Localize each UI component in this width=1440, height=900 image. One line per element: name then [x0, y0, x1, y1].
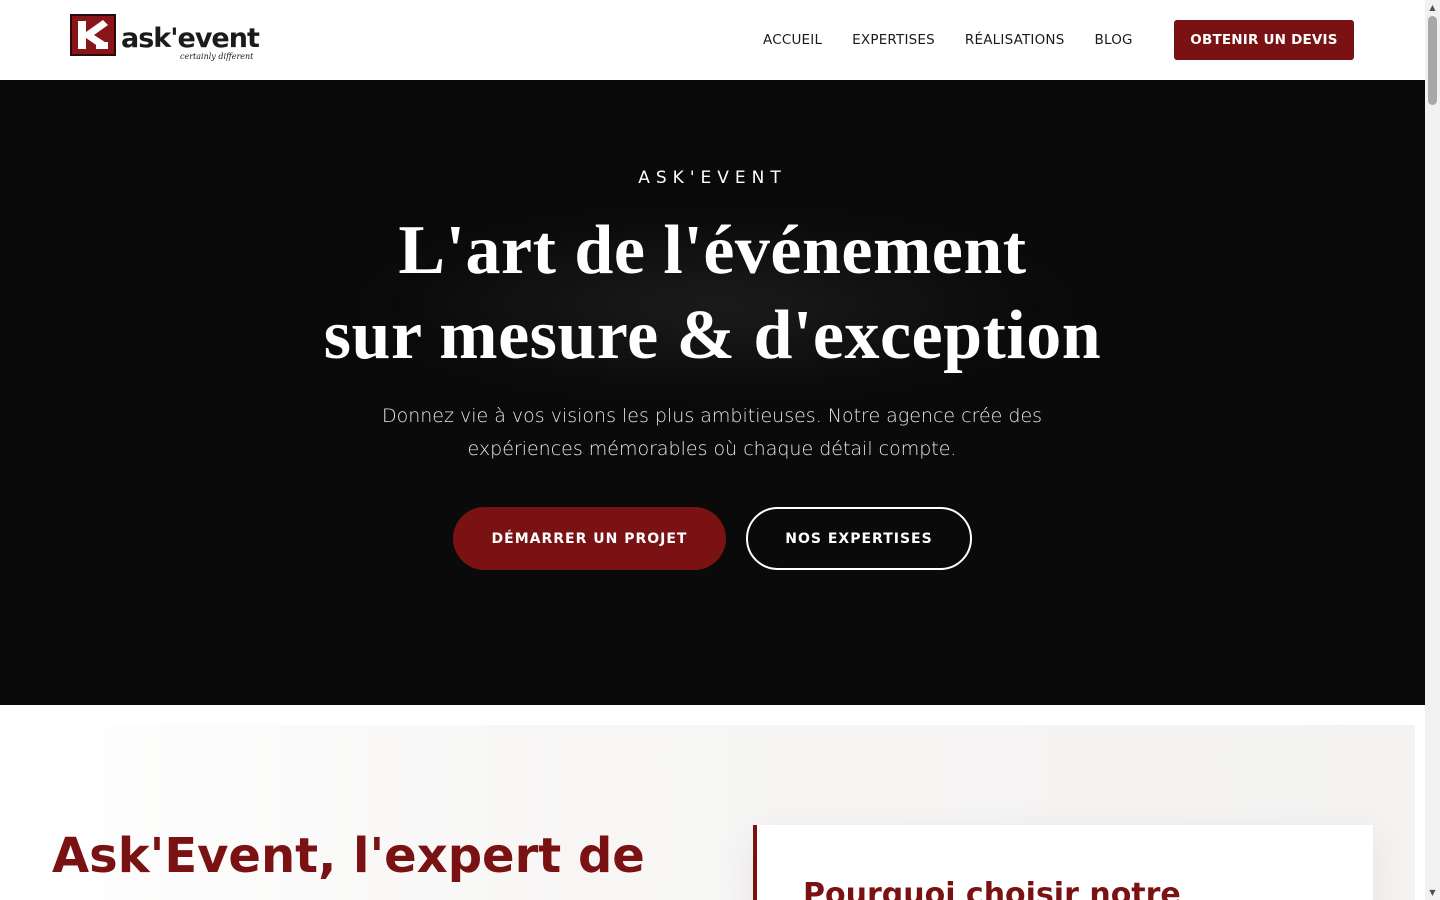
hero-title-line-2: sur mesure & d'exception [323, 297, 1102, 374]
page-scrollbar[interactable]: ▲ ▼ [1425, 0, 1440, 900]
logo-tagline: certainly different [180, 52, 254, 61]
hero-subtitle: Donnez vie à vos visions les plus ambiti… [381, 405, 1043, 460]
hero-title: L'art de l'événement sur mesure & d'exce… [0, 208, 1425, 378]
why-choose-title: Pourquoi choisir notre [803, 877, 1181, 900]
nav-item-expertises[interactable]: EXPERTISES [837, 32, 950, 48]
nav-item-realisations[interactable]: RÉALISATIONS [950, 32, 1080, 48]
site-header: ask'event certainly different ACCUEIL EX… [0, 0, 1425, 80]
ak-monogram-icon [70, 14, 116, 56]
nav-item-blog[interactable]: BLOG [1080, 32, 1148, 48]
site-logo[interactable]: ask'event certainly different [70, 14, 260, 66]
hero-section: ASK'EVENT L'art de l'événement sur mesur… [0, 80, 1425, 705]
logo-wordmark: ask'event [121, 23, 260, 54]
about-section: Ask'Event, l'expert de Pourquoi choisir … [0, 705, 1425, 900]
hero-title-line-1: L'art de l'événement [398, 212, 1027, 289]
main-nav: ACCUEIL EXPERTISES RÉALISATIONS BLOG [748, 0, 1148, 80]
why-choose-card: Pourquoi choisir notre [753, 825, 1373, 900]
about-title: Ask'Event, l'expert de [52, 828, 645, 884]
hero-eyebrow: ASK'EVENT [638, 168, 787, 188]
our-expertises-button[interactable]: NOS EXPERTISES [746, 507, 972, 570]
start-project-button[interactable]: DÉMARRER UN PROJET [453, 507, 726, 570]
arrow-up-icon[interactable]: ▲ [1425, 0, 1440, 15]
get-quote-button[interactable]: OBTENIR UN DEVIS [1174, 20, 1354, 60]
arrow-down-icon[interactable]: ▼ [1425, 885, 1440, 900]
nav-item-accueil[interactable]: ACCUEIL [748, 32, 837, 48]
scrollbar-thumb[interactable] [1428, 16, 1437, 105]
